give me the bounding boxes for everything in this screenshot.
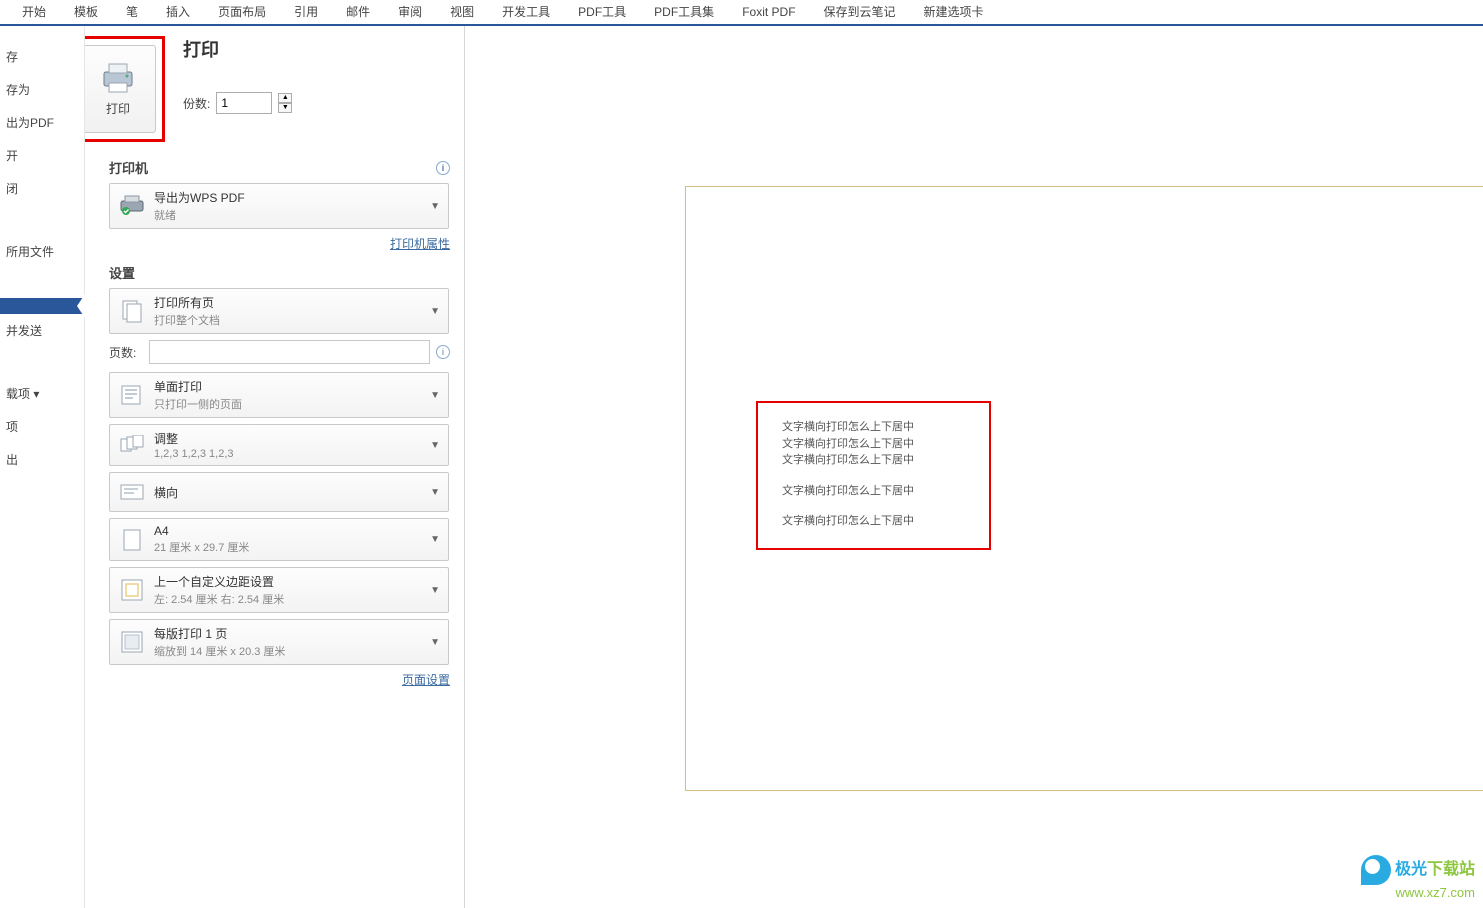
printer-name: 导出为WPS PDF (154, 189, 422, 206)
pages-icon (118, 297, 146, 325)
nav-print[interactable] (0, 298, 84, 314)
paper-line2: 21 厘米 x 29.7 厘米 (154, 539, 422, 555)
print-button[interactable]: 打印 (85, 45, 156, 133)
chevron-down-icon: ▼ (430, 390, 440, 401)
copies-spinner[interactable]: ▲▼ (278, 93, 292, 113)
landscape-icon (118, 478, 146, 506)
tab-pdftools[interactable]: PDF工具 (564, 0, 640, 24)
collate-icon (118, 431, 146, 459)
nav-open[interactable]: 开 (0, 139, 84, 172)
chevron-down-icon: ▼ (430, 306, 440, 317)
nav-exit[interactable]: 出 (0, 443, 84, 476)
printer-section-title: 打印机 (109, 158, 148, 177)
chevron-down-icon: ▼ (430, 440, 440, 451)
pagesper-icon (118, 628, 146, 656)
spin-up-icon[interactable]: ▲ (278, 93, 292, 103)
range-line1: 打印所有页 (154, 294, 422, 311)
pagesper-line2: 缩放到 14 厘米 x 20.3 厘米 (154, 643, 422, 659)
orientation-select[interactable]: 横向 ▼ (109, 472, 449, 512)
spin-down-icon[interactable]: ▼ (278, 103, 292, 113)
watermark-logo-icon (1361, 855, 1391, 885)
pages-label: 页数: (109, 344, 143, 361)
tab-pdfsuite[interactable]: PDF工具集 (640, 0, 728, 24)
nav-recent[interactable]: 所用文件 (0, 235, 84, 268)
info-icon[interactable]: i (436, 161, 450, 175)
preview-text-line: 文字横向打印怎么上下居中 (782, 419, 965, 436)
margins-line2: 左: 2.54 厘米 右: 2.54 厘米 (154, 591, 422, 607)
tab-insert[interactable]: 插入 (152, 0, 204, 24)
print-range-select[interactable]: 打印所有页打印整个文档 ▼ (109, 288, 449, 334)
collate-line1: 调整 (154, 430, 422, 447)
preview-text-line: 文字横向打印怎么上下居中 (782, 513, 965, 530)
printer-select[interactable]: 导出为WPS PDF就绪 ▼ (109, 183, 449, 229)
printer-properties-link[interactable]: 打印机属性 (390, 237, 450, 251)
nav-close[interactable]: 闭 (0, 172, 84, 205)
info-icon[interactable]: i (436, 345, 450, 359)
watermark-text-1: 极光 (1395, 861, 1427, 878)
margins-select[interactable]: 上一个自定义边距设置左: 2.54 厘米 右: 2.54 厘米 ▼ (109, 567, 449, 613)
copies-label: 份数: (183, 95, 210, 112)
collate-line2: 1,2,3 1,2,3 1,2,3 (154, 448, 422, 460)
watermark-url: www.xz7.com (1361, 885, 1475, 900)
orientation-line1: 横向 (154, 484, 422, 501)
preview-text-line: 文字横向打印怎么上下居中 (782, 483, 965, 500)
collate-select[interactable]: 调整1,2,3 1,2,3 1,2,3 ▼ (109, 424, 449, 466)
annotation-box-1: 打印 (85, 36, 165, 142)
tab-view[interactable]: 视图 (436, 0, 488, 24)
print-preview: 文字横向打印怎么上下居中 文字横向打印怎么上下居中 文字横向打印怎么上下居中 文… (465, 26, 1483, 908)
tab-references[interactable]: 引用 (280, 0, 332, 24)
chevron-down-icon: ▼ (430, 201, 440, 212)
ribbon-tabs: 开始 模板 笔 插入 页面布局 引用 邮件 审阅 视图 开发工具 PDF工具 P… (0, 0, 1483, 26)
tab-devtools[interactable]: 开发工具 (488, 0, 564, 24)
margins-line1: 上一个自定义边距设置 (154, 573, 422, 590)
range-line2: 打印整个文档 (154, 312, 422, 328)
nav-exportpdf[interactable]: 出为PDF (0, 106, 84, 139)
copies-input[interactable] (216, 92, 272, 114)
chevron-down-icon: ▼ (430, 585, 440, 596)
tab-template[interactable]: 模板 (60, 0, 112, 24)
duplex-line2: 只打印一侧的页面 (154, 396, 422, 412)
tab-start[interactable]: 开始 (8, 0, 60, 24)
margins-icon (118, 576, 146, 604)
chevron-down-icon: ▼ (430, 534, 440, 545)
chevron-down-icon: ▼ (430, 637, 440, 648)
single-side-icon (118, 381, 146, 409)
tab-newtab[interactable]: 新建选项卡 (910, 0, 998, 24)
site-watermark: 极光下载站 www.xz7.com (1361, 855, 1475, 900)
tab-pen[interactable]: 笔 (112, 0, 152, 24)
tab-foxitpdf[interactable]: Foxit PDF (728, 0, 809, 24)
printer-icon (100, 62, 136, 94)
settings-section-title: 设置 (109, 263, 135, 282)
backstage-nav: 存 存为 出为PDF 开 闭 所用文件 并发送 载项 ▾ 项 出 (0, 26, 85, 908)
tab-mail[interactable]: 邮件 (332, 0, 384, 24)
nav-save[interactable]: 存 (0, 40, 84, 73)
printer-status: 就绪 (154, 207, 422, 223)
nav-addins[interactable]: 载项 ▾ (0, 377, 84, 410)
printer-device-icon (118, 192, 146, 220)
preview-text-line: 文字横向打印怎么上下居中 (782, 436, 965, 453)
duplex-select[interactable]: 单面打印只打印一侧的页面 ▼ (109, 372, 449, 418)
print-button-label: 打印 (106, 100, 130, 117)
duplex-line1: 单面打印 (154, 378, 422, 395)
pagesper-line1: 每版打印 1 页 (154, 625, 422, 642)
paper-icon (118, 526, 146, 554)
watermark-text-2: 下载站 (1427, 861, 1475, 878)
paper-line1: A4 (154, 524, 422, 538)
chevron-down-icon: ▼ (430, 487, 440, 498)
tab-pagelayout[interactable]: 页面布局 (204, 0, 280, 24)
nav-send[interactable]: 并发送 (0, 314, 84, 347)
papersize-select[interactable]: A421 厘米 x 29.7 厘米 ▼ (109, 518, 449, 561)
print-panel: 打印 打印 份数: ▲▼ 打印机i 导出为WPS PDF就绪 ▼ 打印机属性 设… (85, 26, 465, 908)
preview-page: 文字横向打印怎么上下居中 文字横向打印怎么上下居中 文字横向打印怎么上下居中 文… (685, 186, 1483, 791)
annotation-box-2: 文字横向打印怎么上下居中 文字横向打印怎么上下居中 文字横向打印怎么上下居中 文… (756, 401, 991, 550)
nav-saveas[interactable]: 存为 (0, 73, 84, 106)
preview-text-line: 文字横向打印怎么上下居中 (782, 452, 965, 469)
pages-input[interactable] (149, 340, 430, 364)
nav-options[interactable]: 项 (0, 410, 84, 443)
print-title: 打印 (183, 36, 292, 62)
tab-review[interactable]: 审阅 (384, 0, 436, 24)
tab-cloudnote[interactable]: 保存到云笔记 (810, 0, 910, 24)
page-setup-link[interactable]: 页面设置 (402, 673, 450, 687)
pagesper-select[interactable]: 每版打印 1 页缩放到 14 厘米 x 20.3 厘米 ▼ (109, 619, 449, 665)
